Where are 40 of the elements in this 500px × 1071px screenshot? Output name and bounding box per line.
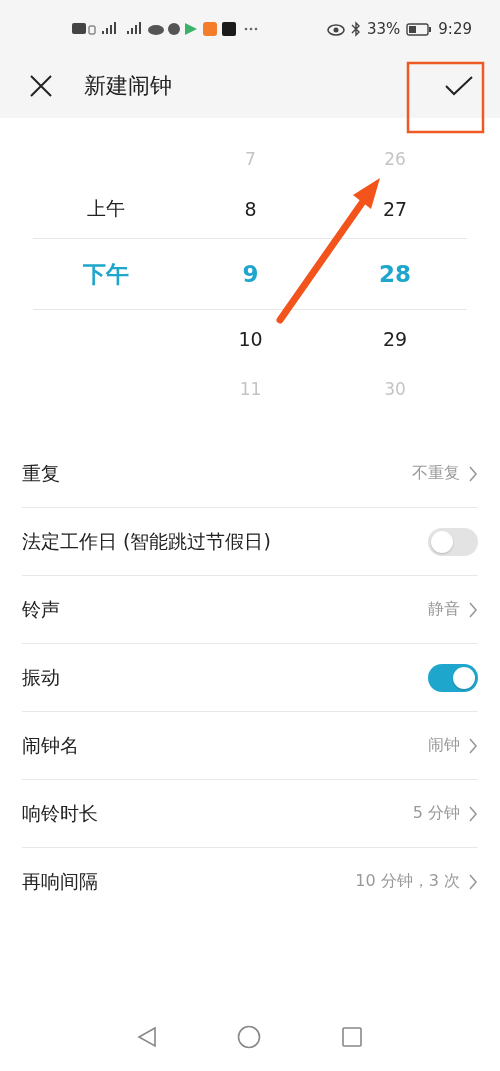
eye-icon: [326, 22, 345, 36]
setting-value: 闹钟: [428, 735, 460, 756]
setting-value: 静音: [428, 599, 460, 620]
bluetooth-icon: [350, 21, 361, 37]
chevron-icon: [468, 464, 478, 483]
setting-label: 响铃时长: [22, 800, 99, 826]
setting-label: 振动: [22, 664, 61, 690]
minute-option[interactable]: 28: [379, 261, 411, 287]
hour-option[interactable]: 11: [239, 378, 262, 399]
hour-option[interactable]: 9: [242, 261, 259, 287]
setting-label: 重复: [22, 460, 61, 486]
chevron-icon: [468, 872, 478, 891]
chevron-icon: [468, 736, 478, 755]
back-icon[interactable]: [137, 1026, 157, 1048]
period-option[interactable]: 上午: [86, 196, 125, 223]
clock-time: 9:29: [438, 20, 472, 38]
minute-option[interactable]: 29: [382, 327, 408, 350]
minute-option[interactable]: 30: [384, 378, 406, 399]
battery-icon: [406, 22, 433, 36]
chevron-icon: [468, 804, 478, 823]
page-title: 新建闹钟: [84, 72, 173, 100]
battery-percent: 33%: [366, 20, 401, 38]
setting-value: 5 分钟: [412, 803, 460, 824]
toggle-switch[interactable]: [428, 663, 478, 692]
recents-icon[interactable]: [341, 1026, 363, 1048]
setting-value: 10 分钟，3 次: [355, 871, 460, 892]
home-icon[interactable]: [237, 1025, 261, 1049]
period-option[interactable]: 下午: [82, 258, 129, 290]
setting-label: 法定工作日 (智能跳过节假日): [22, 528, 272, 554]
setting-label: 闹钟名: [22, 732, 80, 758]
setting-value: 不重复: [412, 463, 460, 484]
hour-option[interactable]: 7: [245, 149, 256, 170]
minute-option[interactable]: 27: [382, 198, 408, 221]
setting-label: 铃声: [22, 596, 61, 622]
hour-option[interactable]: 8: [244, 198, 257, 221]
toggle-switch[interactable]: [428, 527, 478, 556]
chevron-icon: [468, 600, 478, 619]
minute-option[interactable]: 26: [384, 149, 406, 170]
setting-label: 再响间隔: [22, 868, 99, 894]
hour-option[interactable]: 10: [238, 327, 263, 350]
